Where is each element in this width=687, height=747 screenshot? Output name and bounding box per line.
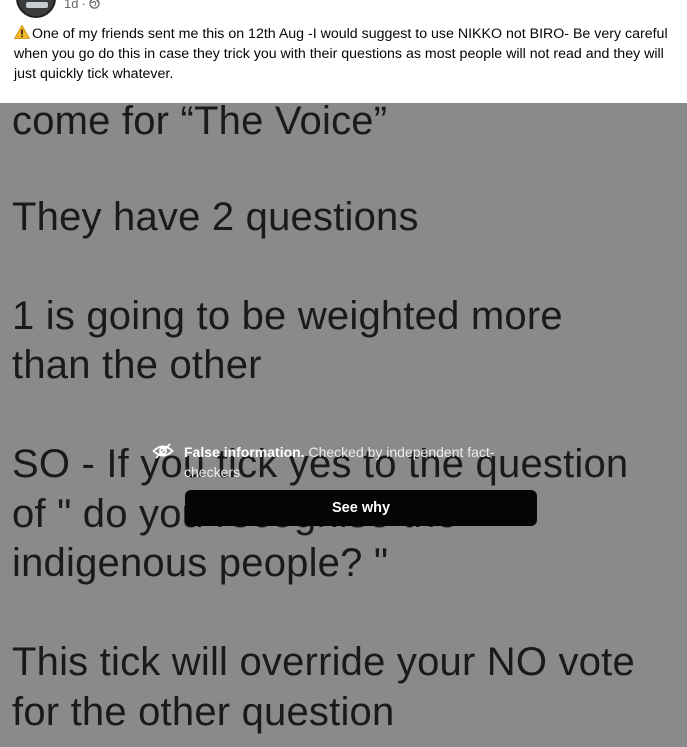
image-text-line: for the other question: [12, 690, 395, 734]
avatar[interactable]: [16, 0, 56, 18]
meta-separator: ·: [81, 0, 86, 11]
see-why-button[interactable]: See why: [185, 490, 537, 526]
eye-slash-icon: [152, 443, 174, 459]
warning-icon: [14, 25, 30, 39]
post-time[interactable]: 1d: [64, 0, 78, 11]
blurred-post-image[interactable]: come for “The Voice” They have 2 questio…: [0, 103, 687, 747]
post-header: 1d · One of my friends sent me this on 1…: [0, 0, 687, 103]
image-text-line: 1 is going to be weighted more: [12, 294, 563, 338]
post-meta: 1d ·: [64, 0, 100, 11]
image-text-line: This tick will override your NO vote: [12, 640, 635, 684]
image-text-line: They have 2 questions: [12, 195, 419, 239]
post-caption: One of my friends sent me this on 12th A…: [14, 24, 676, 84]
image-text-line: than the other: [12, 343, 262, 387]
fact-check-notice: False information. Checked by independen…: [184, 442, 534, 482]
image-text-line: indigenous people? ": [12, 541, 389, 585]
fact-check-title: False information.: [184, 444, 305, 460]
globe-icon: [89, 0, 100, 9]
image-text-line: come for “The Voice”: [12, 103, 388, 143]
caption-text: One of my friends sent me this on 12th A…: [14, 26, 668, 82]
